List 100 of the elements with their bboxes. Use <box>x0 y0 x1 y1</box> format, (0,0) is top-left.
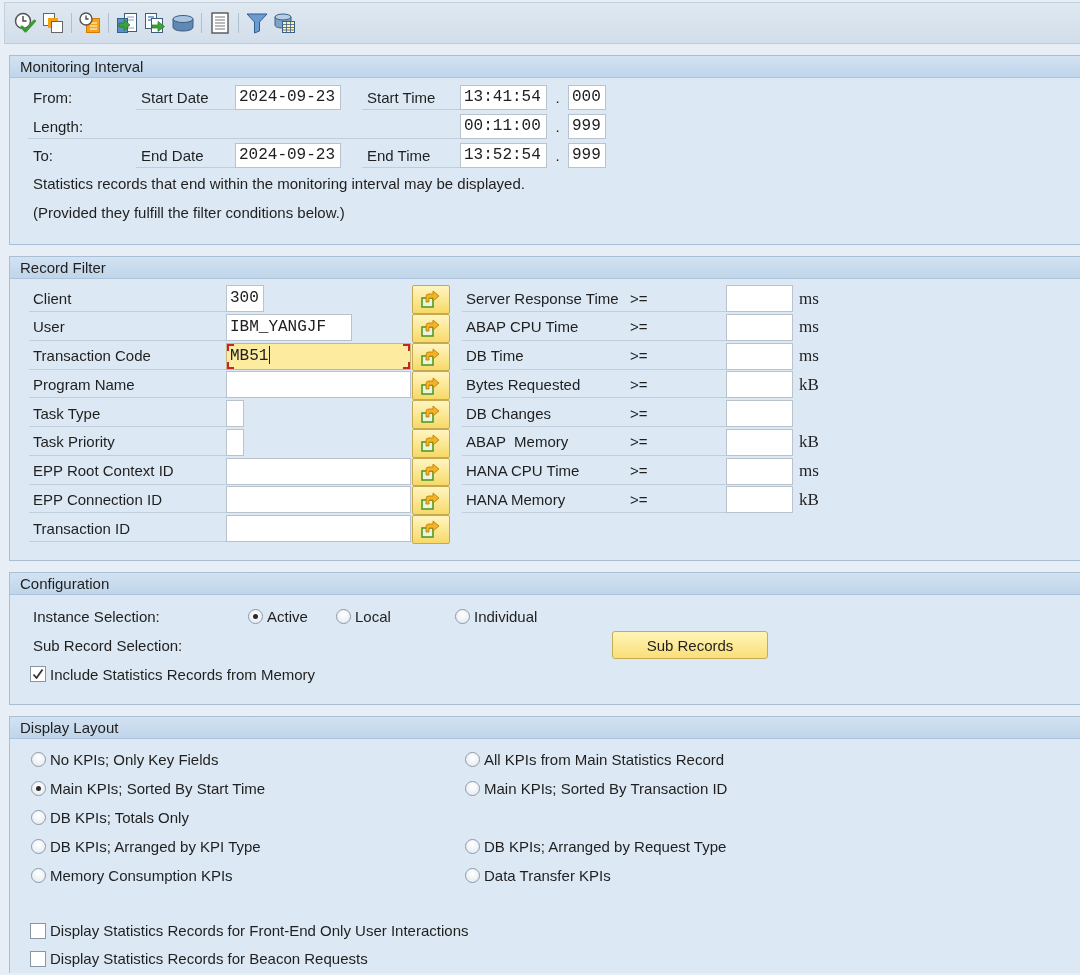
box-arrow-icon <box>421 462 441 481</box>
document-arrow-icon[interactable] <box>116 12 138 34</box>
input-field[interactable] <box>226 428 244 456</box>
unit-label: ms <box>799 461 819 481</box>
value-help-button[interactable] <box>412 371 450 400</box>
radio-button[interactable] <box>31 867 46 883</box>
windows-icon[interactable] <box>42 12 64 34</box>
radio-label: Individual <box>474 607 538 625</box>
value-help-button[interactable] <box>412 515 450 544</box>
time-field[interactable]: 13:41:54 <box>460 85 547 110</box>
field-label: Bytes Requested <box>466 375 582 393</box>
input-field[interactable] <box>226 371 411 399</box>
sub-records-button[interactable]: Sub Records <box>612 631 768 660</box>
date-field[interactable]: 2024-09-23 <box>235 143 341 168</box>
field-label: To: <box>33 147 53 164</box>
input-field[interactable] <box>726 428 793 456</box>
field-label: HANA CPU Time <box>466 462 581 479</box>
radio-label: Data Transfer KPIs <box>484 866 611 884</box>
input-field[interactable] <box>226 457 411 485</box>
box-arrow-icon <box>421 434 441 453</box>
field-label: From: <box>33 89 73 106</box>
radio-button[interactable] <box>31 809 46 825</box>
radio-button[interactable] <box>455 608 470 624</box>
clock-check-icon[interactable] <box>14 12 36 34</box>
radio-button[interactable] <box>465 780 480 796</box>
operator-label: >= <box>630 318 648 336</box>
document-arrow-icon[interactable] <box>144 12 166 34</box>
value-help-button[interactable] <box>412 486 450 515</box>
field-label: End Date <box>141 146 204 164</box>
field-label: End Time <box>367 146 431 164</box>
section-title: Display Layout <box>20 718 119 736</box>
radio-button[interactable] <box>31 780 46 796</box>
database-icon[interactable] <box>172 12 194 34</box>
filter-icon[interactable] <box>246 12 268 34</box>
radio-label: DB KPIs; Totals Only <box>50 808 189 826</box>
input-field[interactable] <box>726 342 793 370</box>
input-field[interactable] <box>726 313 793 341</box>
database-table-icon[interactable] <box>274 12 296 34</box>
radio-button[interactable] <box>336 608 351 624</box>
value-help-button[interactable] <box>412 400 450 429</box>
field-label: DB Changes <box>466 404 553 422</box>
value-help-button[interactable] <box>412 342 450 372</box>
value-help-button[interactable] <box>412 457 450 487</box>
section-title: Configuration <box>20 574 110 592</box>
time-field[interactable]: 00:11:00 <box>460 114 547 139</box>
field-label: ABAP CPU Time <box>466 318 580 336</box>
input-field[interactable]: MB51 <box>226 342 411 370</box>
section-title: Record Filter <box>20 259 106 276</box>
field-label: EPP Connection ID <box>33 490 162 508</box>
unit-label: kB <box>799 374 819 395</box>
time-field[interactable]: 13:52:54 <box>460 143 547 168</box>
input-field[interactable] <box>726 457 793 485</box>
input-field[interactable] <box>726 486 793 514</box>
radio-label: DB KPIs; Arranged by KPI Type <box>50 837 261 855</box>
radio-button[interactable] <box>465 751 480 767</box>
milliseconds-field[interactable]: 000 <box>568 85 606 110</box>
radio-button[interactable] <box>248 608 263 624</box>
checkbox[interactable] <box>30 922 46 939</box>
checkbox[interactable] <box>30 950 46 967</box>
milliseconds-field[interactable]: 999 <box>568 114 606 139</box>
radio-button[interactable] <box>465 867 480 883</box>
radio-label: Main KPIs; Sorted By Start Time <box>50 779 266 797</box>
field-label: User <box>33 318 65 336</box>
field-label: Start Time <box>367 88 436 106</box>
radio-button[interactable] <box>31 838 46 854</box>
input-field[interactable] <box>726 400 793 427</box>
field-label: Start Date <box>141 88 209 106</box>
radio-label: Local <box>355 607 391 625</box>
input-field[interactable] <box>226 515 411 542</box>
input-field[interactable]: 300 <box>226 285 264 312</box>
date-field[interactable]: 2024-09-23 <box>235 85 341 110</box>
input-field[interactable] <box>726 371 793 399</box>
input-field[interactable]: IBM_YANGJF <box>226 313 352 341</box>
radio-label: DB KPIs; Arranged by Request Type <box>484 837 727 855</box>
operator-label: >= <box>630 433 648 451</box>
box-arrow-icon <box>421 347 441 366</box>
input-field[interactable] <box>226 400 244 427</box>
value-help-button[interactable] <box>412 428 450 458</box>
field-label: ABAP Memory <box>466 433 570 451</box>
checkbox[interactable] <box>30 666 46 683</box>
decimal-point: . <box>555 118 560 135</box>
value-help-button[interactable] <box>412 313 450 343</box>
operator-label: >= <box>630 347 648 364</box>
list-icon[interactable] <box>209 12 231 34</box>
clock-document-icon[interactable] <box>79 12 101 34</box>
box-arrow-icon <box>421 520 441 539</box>
field-label: Server Response Time <box>466 289 620 307</box>
value-help-button[interactable] <box>412 285 450 314</box>
field-label: Instance Selection: <box>33 607 160 625</box>
operator-label: >= <box>630 375 648 393</box>
field-label: Task Priority <box>33 433 115 451</box>
milliseconds-field[interactable]: 999 <box>568 143 606 168</box>
radio-button[interactable] <box>31 751 46 767</box>
input-field[interactable] <box>226 486 411 514</box>
unit-label: ms <box>799 346 819 366</box>
field-label: Transaction Code <box>33 347 151 364</box>
radio-button[interactable] <box>465 838 480 854</box>
checkbox-label: Display Statistics Records for Beacon Requests <box>50 950 368 968</box>
input-field[interactable] <box>726 285 793 312</box>
operator-label: >= <box>630 404 648 422</box>
